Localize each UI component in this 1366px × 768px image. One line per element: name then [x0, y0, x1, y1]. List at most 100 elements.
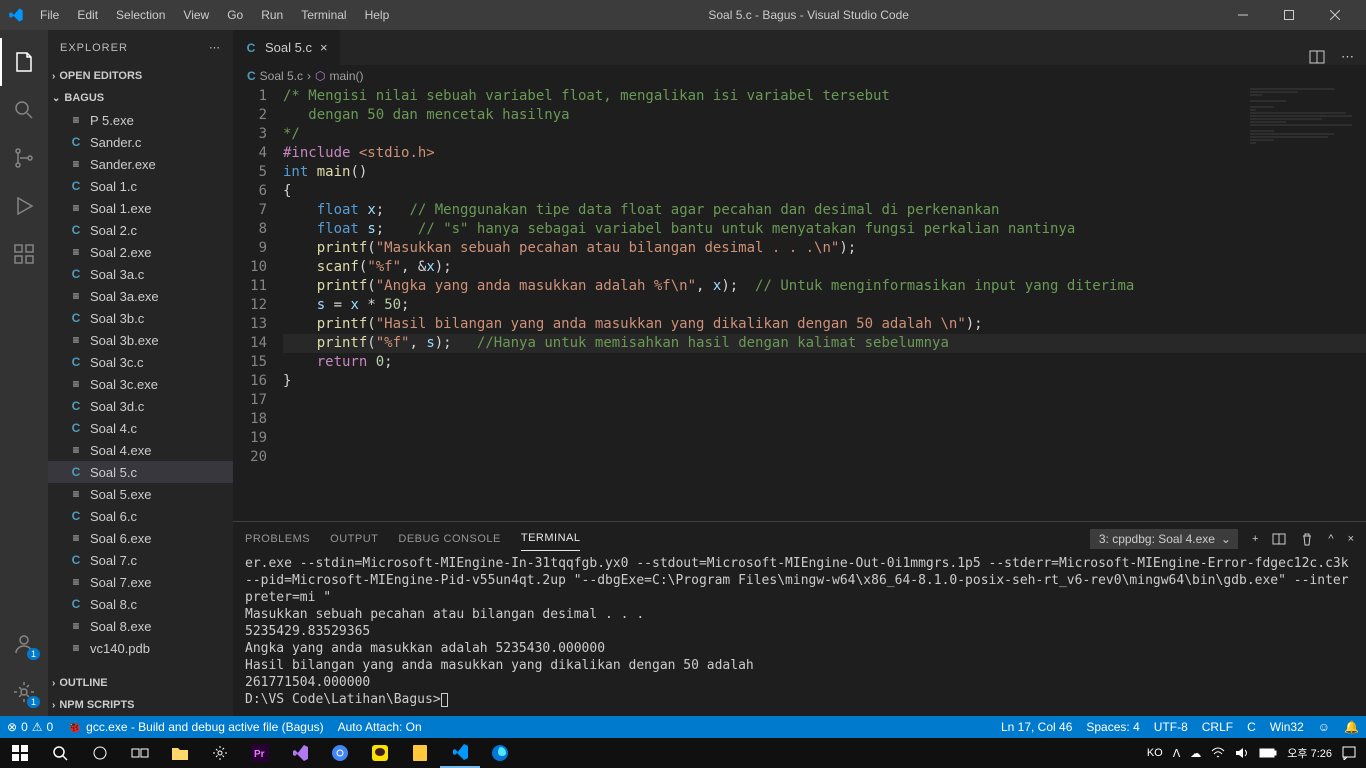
menu-edit[interactable]: Edit [69, 4, 106, 26]
menu-view[interactable]: View [175, 4, 217, 26]
folder-section[interactable]: ⌄BAGUS [48, 87, 233, 109]
notes-icon[interactable] [400, 738, 440, 768]
onedrive-icon[interactable]: ☁ [1190, 747, 1201, 760]
source-control-icon[interactable] [0, 134, 48, 182]
chrome-icon[interactable] [320, 738, 360, 768]
file-item[interactable]: ≡Soal 8.exe [48, 615, 233, 637]
tab-output[interactable]: OUTPUT [330, 527, 378, 551]
file-item[interactable]: ≡Soal 1.exe [48, 197, 233, 219]
file-item[interactable]: ≡Soal 2.exe [48, 241, 233, 263]
status-spaces[interactable]: Spaces: 4 [1079, 720, 1146, 734]
file-item[interactable]: CSoal 1.c [48, 175, 233, 197]
status-auto-attach[interactable]: Auto Attach: On [331, 720, 429, 734]
status-ln-col[interactable]: Ln 17, Col 46 [994, 720, 1079, 734]
menu-go[interactable]: Go [219, 4, 251, 26]
outline-section[interactable]: ›OUTLINE [48, 672, 233, 694]
maximize-panel-icon[interactable]: ^ [1328, 533, 1333, 545]
file-item[interactable]: ≡Soal 3a.exe [48, 285, 233, 307]
breadcrumb-symbol[interactable]: main() [330, 69, 364, 83]
task-view-icon[interactable] [120, 738, 160, 768]
maximize-button[interactable] [1266, 0, 1312, 30]
kill-terminal-icon[interactable] [1300, 532, 1314, 546]
minimap[interactable] [1246, 87, 1366, 167]
extensions-icon[interactable] [0, 230, 48, 278]
file-item[interactable]: CSoal 3a.c [48, 263, 233, 285]
kakao-icon[interactable] [360, 738, 400, 768]
split-terminal-icon[interactable] [1272, 532, 1286, 546]
start-button[interactable] [0, 738, 40, 768]
file-item[interactable]: ≡Soal 4.exe [48, 439, 233, 461]
file-item[interactable]: ≡vc140.pdb [48, 637, 233, 659]
file-item[interactable]: CSoal 3d.c [48, 395, 233, 417]
tab-soal5[interactable]: C Soal 5.c × [233, 30, 341, 65]
status-feedback[interactable]: ☺ [1311, 720, 1337, 734]
status-errors[interactable]: ⊗0 ⚠0 [0, 720, 60, 734]
file-item[interactable]: CSoal 4.c [48, 417, 233, 439]
tab-debug-console[interactable]: DEBUG CONSOLE [398, 527, 500, 551]
cortana-icon[interactable] [80, 738, 120, 768]
tray-chevron-icon[interactable]: ᐱ [1173, 747, 1181, 760]
visual-studio-icon[interactable] [280, 738, 320, 768]
status-os[interactable]: Win32 [1263, 720, 1311, 734]
settings-icon[interactable] [200, 738, 240, 768]
explorer-more-icon[interactable]: ⋯ [209, 41, 221, 54]
tab-problems[interactable]: PROBLEMS [245, 527, 310, 551]
file-item[interactable]: ≡Soal 7.exe [48, 571, 233, 593]
search-icon[interactable] [0, 86, 48, 134]
code-editor[interactable]: 1234567891011121314151617181920 /* Mengi… [233, 87, 1366, 521]
menu-file[interactable]: File [32, 4, 67, 26]
menu-help[interactable]: Help [357, 4, 398, 26]
menu-run[interactable]: Run [253, 4, 291, 26]
settings-icon[interactable]: 1 [0, 668, 48, 716]
ime-indicator[interactable]: KO [1147, 747, 1163, 759]
split-editor-icon[interactable] [1309, 49, 1325, 65]
close-button[interactable] [1312, 0, 1358, 30]
battery-icon[interactable] [1259, 748, 1277, 758]
file-item[interactable]: CSoal 7.c [48, 549, 233, 571]
status-encoding[interactable]: UTF-8 [1147, 720, 1195, 734]
file-item[interactable]: CSoal 3c.c [48, 351, 233, 373]
menu-selection[interactable]: Selection [108, 4, 173, 26]
run-debug-icon[interactable] [0, 182, 48, 230]
clock[interactable]: 오후 7:26 [1287, 745, 1332, 761]
file-item[interactable]: CSoal 5.c [48, 461, 233, 483]
file-item[interactable]: CSoal 8.c [48, 593, 233, 615]
breadcrumb[interactable]: C Soal 5.c › ⬡ main() [233, 65, 1366, 87]
tab-close-icon[interactable]: × [318, 38, 330, 57]
file-item[interactable]: ≡P 5.exe [48, 109, 233, 131]
accounts-icon[interactable]: 1 [0, 620, 48, 668]
breadcrumb-file[interactable]: Soal 5.c [260, 69, 303, 83]
search-icon[interactable] [40, 738, 80, 768]
edge-icon[interactable] [480, 738, 520, 768]
file-item[interactable]: CSoal 2.c [48, 219, 233, 241]
file-item[interactable]: ≡Soal 3c.exe [48, 373, 233, 395]
explorer-icon[interactable] [0, 38, 48, 86]
premiere-icon[interactable]: Pr [240, 738, 280, 768]
open-editors-section[interactable]: ›OPEN EDITORS [48, 65, 233, 87]
menu-terminal[interactable]: Terminal [293, 4, 354, 26]
file-item[interactable]: ≡Soal 6.exe [48, 527, 233, 549]
terminal-content[interactable]: er.exe --stdin=Microsoft-MIEngine-In-31t… [233, 555, 1366, 716]
notifications-icon[interactable] [1342, 746, 1356, 760]
file-item[interactable]: CSoal 3b.c [48, 307, 233, 329]
volume-icon[interactable] [1235, 747, 1249, 759]
status-lang[interactable]: C [1240, 720, 1263, 734]
status-bell[interactable]: 🔔 [1337, 720, 1366, 734]
file-item[interactable]: CSander.c [48, 131, 233, 153]
close-panel-icon[interactable]: × [1348, 533, 1354, 545]
terminal-selector[interactable]: 3: cppdbg: Soal 4.exe ⌄ [1090, 529, 1238, 549]
status-eol[interactable]: CRLF [1195, 720, 1240, 734]
new-terminal-icon[interactable]: + [1252, 533, 1258, 545]
file-item[interactable]: ≡Sander.exe [48, 153, 233, 175]
file-list[interactable]: ≡P 5.exeCSander.c≡Sander.exeCSoal 1.c≡So… [48, 109, 233, 672]
tab-terminal[interactable]: TERMINAL [521, 526, 581, 551]
npm-section[interactable]: ›NPM SCRIPTS [48, 694, 233, 716]
status-task[interactable]: 🐞gcc.exe - Build and debug active file (… [60, 720, 330, 734]
file-item[interactable]: ≡Soal 3b.exe [48, 329, 233, 351]
file-explorer-icon[interactable] [160, 738, 200, 768]
vscode-taskbar-icon[interactable] [440, 738, 480, 768]
file-item[interactable]: ≡Soal 5.exe [48, 483, 233, 505]
more-actions-icon[interactable]: ⋯ [1341, 49, 1354, 65]
file-item[interactable]: CSoal 6.c [48, 505, 233, 527]
minimize-button[interactable] [1220, 0, 1266, 30]
